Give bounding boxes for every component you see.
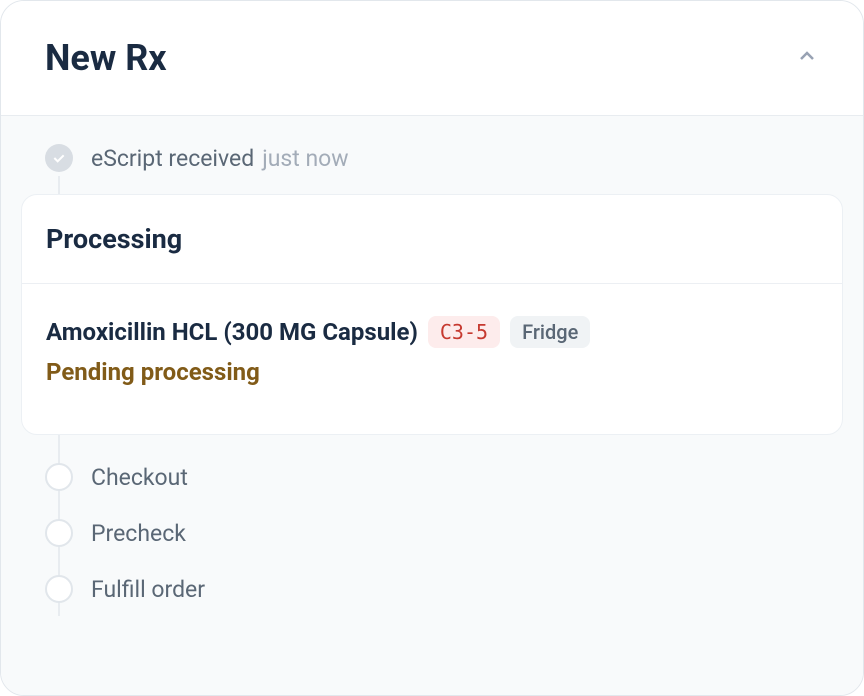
panel-title: New Rx bbox=[45, 37, 167, 79]
card-title: Processing bbox=[46, 223, 818, 255]
circle-icon bbox=[45, 519, 73, 547]
circle-icon bbox=[45, 463, 73, 491]
card-header: Processing bbox=[22, 195, 842, 284]
step-pending: Checkout bbox=[1, 463, 863, 491]
drug-line: Amoxicillin HCL (300 MG Capsule) C3-5 Fr… bbox=[46, 316, 818, 348]
step-completed: eScript received just now bbox=[1, 144, 863, 172]
chevron-up-icon bbox=[795, 44, 819, 72]
fridge-badge: Fridge bbox=[510, 316, 590, 348]
circle-icon bbox=[45, 575, 73, 603]
step-pending: Precheck bbox=[1, 519, 863, 547]
step-label: Fulfill order bbox=[91, 576, 205, 603]
pending-steps: Checkout Precheck Fulfill order bbox=[1, 463, 863, 603]
panel-body: eScript received just now Processing Amo… bbox=[1, 116, 863, 695]
drug-name: Amoxicillin HCL (300 MG Capsule) bbox=[46, 318, 418, 346]
check-circle-icon bbox=[45, 144, 73, 172]
controlled-substance-badge: C3-5 bbox=[428, 316, 500, 348]
panel-header[interactable]: New Rx bbox=[1, 1, 863, 116]
step-label: Checkout bbox=[91, 464, 188, 491]
step-label: eScript received bbox=[91, 145, 254, 172]
status-badge: Pending processing bbox=[46, 358, 818, 386]
card-body: Amoxicillin HCL (300 MG Capsule) C3-5 Fr… bbox=[22, 284, 842, 434]
processing-card: Processing Amoxicillin HCL (300 MG Capsu… bbox=[21, 194, 843, 435]
step-label: Precheck bbox=[91, 520, 186, 547]
step-time: just now bbox=[262, 145, 348, 172]
rx-panel: New Rx eScript received just now Process… bbox=[0, 0, 864, 696]
step-pending: Fulfill order bbox=[1, 575, 863, 603]
